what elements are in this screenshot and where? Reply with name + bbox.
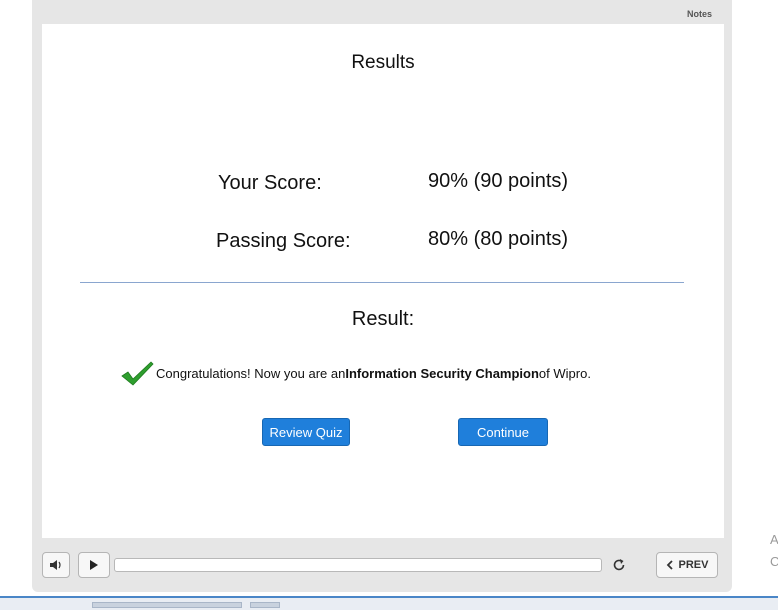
your-score-label: Your Score: [218,172,322,194]
your-score-value: 90% (90 points) [428,170,569,192]
message-prefix: Congratulations! Now you are an [156,365,346,381]
chevron-left-icon [666,560,673,570]
notes-tab[interactable]: Notes [687,9,712,19]
volume-button[interactable] [42,552,70,578]
prev-button[interactable]: PREV [656,552,718,578]
checkmark-icon [121,361,154,386]
replay-button[interactable] [606,552,632,578]
review-quiz-button[interactable]: Review Quiz [262,418,350,446]
progress-bar[interactable] [114,558,602,572]
replay-icon [613,559,625,571]
continue-button[interactable]: Continue [458,418,548,446]
side-text-line1: A [770,532,778,547]
speaker-icon [50,560,61,570]
result-heading: Result: [351,308,415,330]
message-bold: Information Security Champion [345,365,539,381]
side-text-line2: C [770,554,778,569]
course-player: Notes Results Your Score: 90% (90 points… [32,0,732,592]
play-icon [90,560,98,570]
divider [80,282,684,283]
taskbar [0,598,778,610]
passing-score-value: 80% (80 points) [428,228,569,250]
playback-controls: PREV [42,548,724,582]
play-button[interactable] [78,552,110,578]
result-message: Congratulations! Now you are an Informat… [120,360,591,386]
page-title: Results [351,52,415,73]
results-slide: Results Your Score: 90% (90 points) Pass… [42,24,724,538]
passing-score-label: Passing Score: [216,230,351,252]
message-suffix: of Wipro. [538,365,591,381]
taskbar-item[interactable] [92,602,242,608]
taskbar-item[interactable] [250,602,280,608]
prev-label: PREV [678,559,709,571]
